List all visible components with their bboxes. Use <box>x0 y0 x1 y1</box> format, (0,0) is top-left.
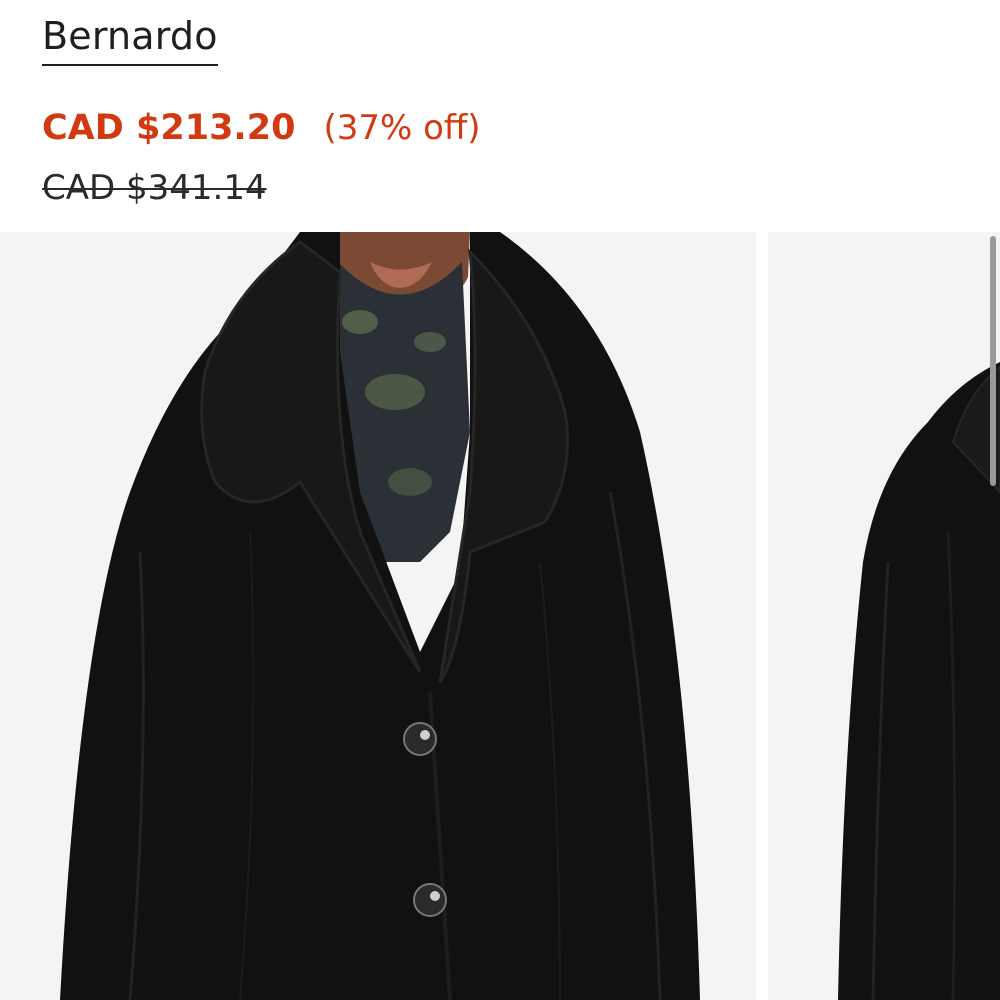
scrollbar[interactable] <box>990 236 996 486</box>
coat-front-illustration <box>60 232 700 1000</box>
discount-percent: (37% off) <box>323 108 481 148</box>
coat-side-illustration <box>838 362 1000 1000</box>
brand-link[interactable]: Bernardo <box>42 12 218 66</box>
product-image-main[interactable] <box>0 232 756 1000</box>
image-gallery[interactable] <box>0 232 1000 1000</box>
product-page: Bernardo CAD $213.20 (37% off) CAD $341.… <box>0 0 1000 1000</box>
original-price: CAD $341.14 <box>42 168 267 208</box>
sale-price: CAD $213.20 <box>42 108 296 148</box>
product-image-next[interactable] <box>768 232 1000 1000</box>
price-row: CAD $213.20 (37% off) <box>42 108 481 148</box>
